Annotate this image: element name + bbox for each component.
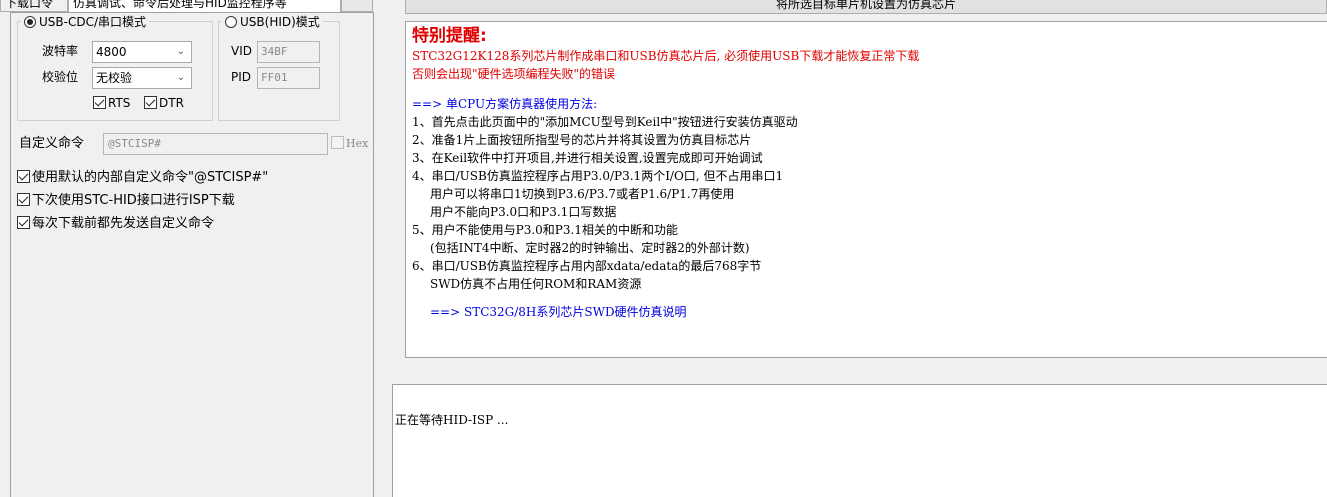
parity-select[interactable]: 无校验 ⌄	[92, 67, 192, 89]
instruction-line: 用户可以将串口1切换到P3.6/P3.7或者P1.6/P1.7再使用	[430, 187, 735, 201]
baud-value: 4800	[96, 45, 127, 59]
hex-checkbox: Hex	[331, 135, 368, 153]
tab-scroll-arrows[interactable]	[341, 0, 373, 12]
instruction-line: 5、用户不能使用与P3.0和P3.1相关的中断和功能	[412, 223, 678, 237]
tab-strip: 下载口令 仿真调试、命令后处理与HID监控程序等	[0, 0, 384, 12]
info-title: 特别提醒:	[412, 26, 487, 46]
parity-label: 校验位	[42, 70, 79, 84]
checkbox-checked-icon	[17, 193, 30, 206]
radio-unselected-icon	[225, 16, 237, 28]
custom-command-input: @STCISP#	[103, 133, 328, 155]
tab-label: 下载口令	[5, 0, 54, 10]
usb-hid-label: USB(HID)模式	[240, 15, 320, 29]
debug-settings-panel: USB-CDC/串口模式 波特率 4800 ⌄ 校验位 无校验 ⌄ RTS DT…	[10, 12, 374, 497]
usb-hid-group: USB(HID)模式 VID 34BF PID FF01	[218, 14, 340, 121]
use-stc-hid-checkbox[interactable]: 下次使用STC-HID接口进行ISP下载	[17, 191, 235, 211]
usb-cdc-group: USB-CDC/串口模式 波特率 4800 ⌄ 校验位 无校验 ⌄ RTS DT…	[17, 14, 213, 121]
checkbox-checked-icon	[144, 96, 157, 109]
emulator-info-box[interactable]: 特别提醒: STC32G12K128系列芯片制作成串口和USB仿真芯片后, 必须…	[405, 21, 1327, 358]
baud-select[interactable]: 4800 ⌄	[92, 41, 192, 63]
radio-selected-icon	[24, 16, 36, 28]
log-line: 正在等待HID-ISP ...	[395, 413, 509, 427]
instruction-line: 1、首先点击此页面中的"添加MCU型号到Keil中"按钮进行安装仿真驱动	[412, 115, 798, 129]
tab-label: 仿真调试、命令后处理与HID监控程序等	[73, 0, 287, 10]
checkbox-checked-icon	[93, 96, 106, 109]
custom-command-label: 自定义命令	[19, 136, 85, 151]
pid-field: FF01	[257, 67, 320, 89]
rts-checkbox[interactable]: RTS	[93, 94, 130, 112]
instruction-line: (包括INT4中断、定时器2的时钟输出、定时器2的外部计数)	[430, 241, 750, 255]
output-log[interactable]: 正在等待HID-ISP ...	[392, 384, 1327, 497]
dtr-label: DTR	[159, 96, 184, 110]
splitter[interactable]	[392, 371, 1327, 381]
parity-value: 无校验	[96, 71, 133, 85]
option-label: 下次使用STC-HID接口进行ISP下载	[32, 193, 235, 208]
option-label: 每次下载前都先发送自定义命令	[32, 216, 215, 231]
tab-download-command[interactable]: 下载口令	[0, 0, 68, 12]
usb-hid-radio[interactable]: USB(HID)模式	[222, 14, 323, 30]
option-label: 使用默认的内部自定义命令"@STCISP#"	[32, 170, 269, 185]
hex-label: Hex	[346, 137, 369, 150]
chevron-down-icon: ⌄	[176, 72, 186, 83]
use-default-command-checkbox[interactable]: 使用默认的内部自定义命令"@STCISP#"	[17, 168, 268, 188]
instruction-line: 6、串口/USB仿真监控程序占用内部xdata/edata的最后768字节	[412, 259, 762, 273]
instruction-line: 用户不能向P3.0口和P3.1口写数据	[430, 205, 617, 219]
section-heading: ==> STC32G/8H系列芯片SWD硬件仿真说明	[430, 305, 687, 319]
baud-label: 波特率	[42, 44, 79, 58]
section-heading: ==> 单CPU方案仿真器使用方法:	[412, 97, 598, 111]
pid-label: PID	[231, 70, 252, 84]
chevron-down-icon: ⌄	[176, 46, 186, 57]
set-emulator-chip-button[interactable]: 将所选目标单片机设置为仿真芯片	[405, 0, 1327, 14]
checkbox-checked-icon	[17, 170, 30, 183]
tab-debug-hid[interactable]: 仿真调试、命令后处理与HID监控程序等	[68, 0, 341, 12]
warning-line: STC32G12K128系列芯片制作成串口和USB仿真芯片后, 必须使用USB下…	[412, 49, 920, 63]
checkbox-checked-icon	[17, 216, 30, 229]
instruction-line: SWD仿真不占用任何ROM和RAM资源	[430, 277, 642, 291]
usb-cdc-radio[interactable]: USB-CDC/串口模式	[21, 14, 150, 30]
send-before-download-checkbox[interactable]: 每次下载前都先发送自定义命令	[17, 214, 214, 234]
dtr-checkbox[interactable]: DTR	[144, 94, 184, 112]
usb-cdc-label: USB-CDC/串口模式	[39, 15, 147, 29]
instruction-line: 4、串口/USB仿真监控程序占用P3.0/P3.1两个I/O口, 但不占用串口1	[412, 169, 784, 183]
instruction-line: 3、在Keil软件中打开项目,并进行相关设置,设置完成即可开始调试	[412, 151, 763, 165]
rts-label: RTS	[108, 96, 131, 110]
vid-label: VID	[231, 44, 252, 58]
instruction-line: 2、准备1片上面按钮所指型号的芯片并将其设置为仿真目标芯片	[412, 133, 752, 147]
checkbox-unchecked-icon	[331, 136, 344, 149]
warning-line: 否则会出现"硬件选项编程失败"的错误	[412, 67, 616, 81]
vid-field: 34BF	[257, 41, 320, 63]
